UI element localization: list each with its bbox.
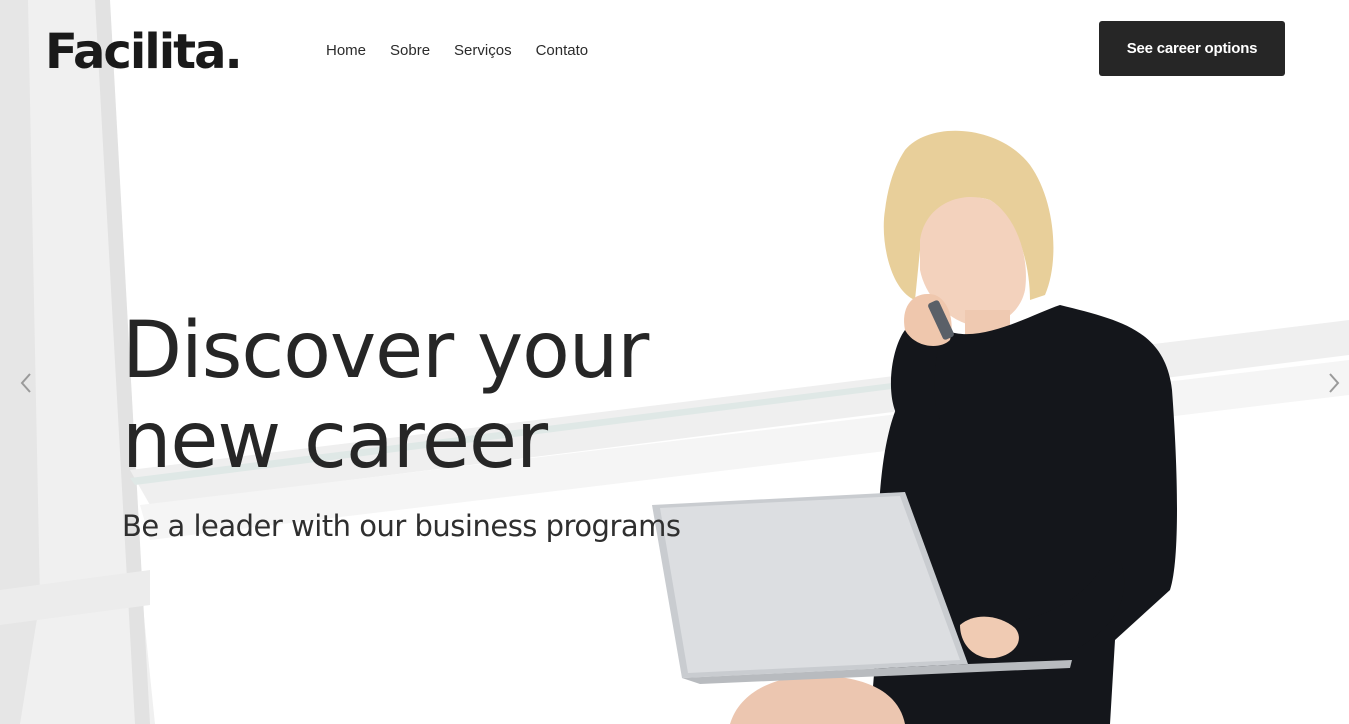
see-career-options-button[interactable]: See career options bbox=[1099, 21, 1285, 76]
hero-headline-line-1: Discover your bbox=[122, 306, 649, 396]
nav-item-servicos[interactable]: Serviços bbox=[454, 41, 512, 61]
chevron-right-icon[interactable] bbox=[1322, 370, 1346, 396]
chevron-left-icon[interactable] bbox=[14, 370, 38, 396]
nav-item-contato[interactable]: Contato bbox=[536, 41, 589, 61]
hero-subheadline: Be a leader with our business programs bbox=[122, 509, 681, 543]
brand-logo[interactable]: Facilita. bbox=[45, 22, 243, 82]
main-nav: Home Sobre Serviços Contato bbox=[326, 41, 612, 61]
nav-item-home[interactable]: Home bbox=[326, 41, 366, 61]
hero-headline: Discover your new career bbox=[122, 306, 722, 486]
nav-item-sobre[interactable]: Sobre bbox=[390, 41, 430, 61]
site-header: Facilita. Home Sobre Serviços Contato Se… bbox=[0, 0, 1349, 100]
hero-content: Discover your new career Be a leader wit… bbox=[122, 306, 722, 544]
hero-headline-line-2: new career bbox=[122, 396, 548, 486]
